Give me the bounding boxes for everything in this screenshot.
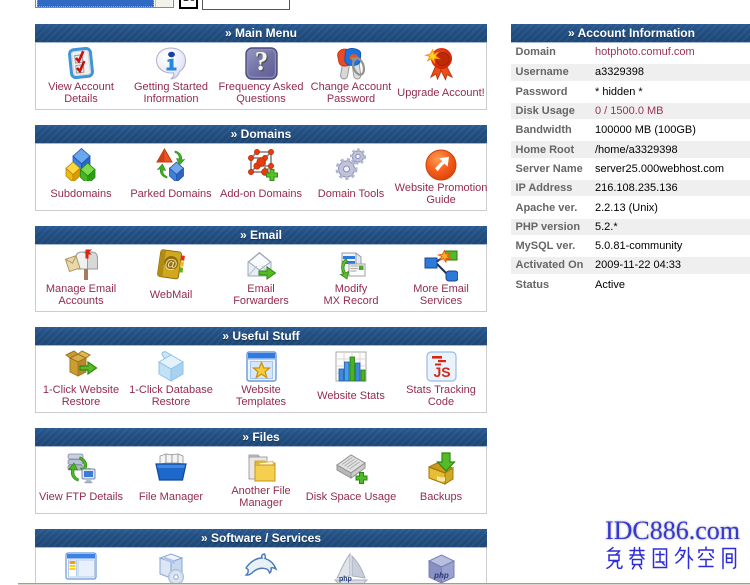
svg-text:php: php — [339, 576, 352, 583]
svg-text:php: php — [433, 571, 449, 580]
svg-text:JS: JS — [433, 364, 450, 380]
svg-text:@: @ — [164, 255, 179, 272]
svg-text:?: ? — [254, 47, 268, 76]
